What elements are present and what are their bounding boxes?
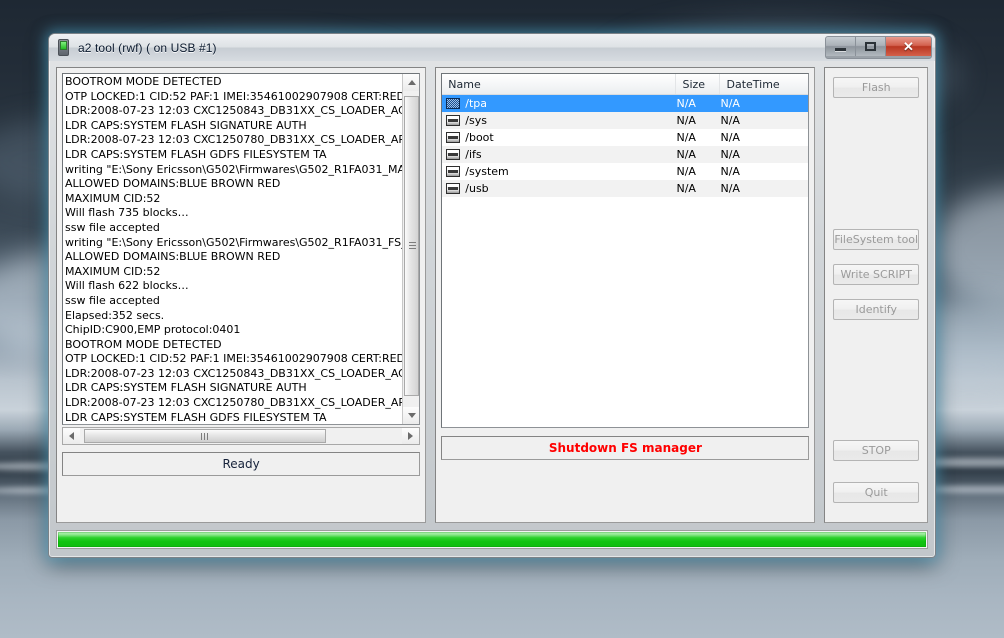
main-content-row: BOOTROM MODE DETECTED OTP LOCKED:1 CID:5… <box>56 67 928 523</box>
cell-name: /sys <box>442 114 676 127</box>
scroll-right-button[interactable] <box>402 428 420 444</box>
progress-bar-fill <box>58 532 926 547</box>
close-icon: ✕ <box>903 39 914 54</box>
table-row[interactable]: /usb N/A N/A <box>442 180 809 197</box>
filesystem-rows: /tpa N/A N/A/sys N/A N/A/boot N/A N/A/ifs N/A N/… <box>442 95 809 197</box>
filesystem-list[interactable]: Name Size DateTime /tpa N/A N/A/sys N/A N/A /… <box>441 73 810 428</box>
quit-button[interactable]: Quit <box>833 482 920 503</box>
table-row[interactable]: /system N/A N/A <box>442 163 808 180</box>
flash-button[interactable]: Flash <box>833 77 920 98</box>
horizontal-scrollbar-thumb[interactable] <box>84 429 326 443</box>
cell-datetime: N/A <box>720 97 740 110</box>
title-bar[interactable]: a2 tool (rwf) ( on USB #1) ✕ <box>49 34 935 61</box>
cell-name: /tpa <box>442 97 676 110</box>
cell-size: N/A <box>676 148 696 161</box>
cell-name-label: /system <box>465 165 509 178</box>
table-row[interactable]: /sys N/A N/A <box>442 112 809 129</box>
maximize-button[interactable] <box>856 37 886 56</box>
drive-icon <box>446 149 461 160</box>
identify-button[interactable]: Identify <box>833 299 920 320</box>
cell-name: /usb <box>442 182 676 195</box>
application-window: a2 tool (rwf) ( on USB #1) ✕ BOOTROM MOD… <box>48 33 936 558</box>
cell-datetime: N/A <box>720 148 740 161</box>
client-area: BOOTROM MODE DETECTED OTP LOCKED:1 CID:5… <box>49 61 935 557</box>
cell-datetime: N/A <box>720 114 740 127</box>
log-text: BOOTROM MODE DETECTED OTP LOCKED:1 CID:5… <box>65 75 405 424</box>
column-header-name[interactable]: Name <box>442 74 677 94</box>
stop-button[interactable]: STOP <box>833 440 920 461</box>
filesystem-list-header: Name Size DateTime <box>442 74 809 95</box>
drive-icon <box>446 98 461 109</box>
cell-size: N/A <box>676 131 696 144</box>
maximize-icon <box>865 42 876 51</box>
minimize-button[interactable] <box>826 37 856 56</box>
scrollbar-grip-icon <box>201 433 209 440</box>
column-header-datetime[interactable]: DateTime <box>720 74 808 94</box>
cell-datetime: N/A <box>720 165 740 178</box>
cell-datetime: N/A <box>720 131 740 144</box>
phone-icon <box>56 39 71 56</box>
window-title: a2 tool (rwf) ( on USB #1) <box>78 40 217 55</box>
cell-name: /boot <box>442 131 676 144</box>
scroll-down-button[interactable] <box>403 407 420 424</box>
filesystem-status-message: Shutdown FS manager <box>441 436 810 460</box>
cell-name-label: /ifs <box>465 148 482 161</box>
vertical-scrollbar-thumb[interactable] <box>404 96 420 396</box>
log-output-box[interactable]: BOOTROM MODE DETECTED OTP LOCKED:1 CID:5… <box>62 73 421 425</box>
cell-size: N/A <box>676 182 696 195</box>
drive-icon <box>446 115 461 126</box>
scrollbar-grip-icon <box>409 242 417 250</box>
window-controls: ✕ <box>825 36 932 59</box>
table-row[interactable]: /boot N/A N/A <box>442 129 808 146</box>
cell-size: N/A <box>676 114 696 127</box>
drive-icon <box>446 183 461 194</box>
cell-name: /system <box>442 165 676 178</box>
cell-size: N/A <box>676 97 696 110</box>
cell-name-label: /boot <box>465 131 494 144</box>
write-script-button[interactable]: Write SCRIPT <box>833 264 920 285</box>
table-row[interactable]: /ifs N/A N/A <box>442 146 809 163</box>
status-bar-ready: Ready <box>62 452 421 476</box>
cell-name-label: /sys <box>465 114 487 127</box>
column-header-size[interactable]: Size <box>676 74 721 94</box>
table-row[interactable]: /tpa N/A N/A <box>442 95 809 112</box>
chevron-down-icon <box>407 413 416 418</box>
cell-name-label: /tpa <box>465 97 488 110</box>
log-horizontal-scrollbar[interactable] <box>62 427 421 445</box>
drive-icon <box>446 132 461 143</box>
filesystem-tool-button[interactable]: FileSystem tool <box>833 229 920 250</box>
minimize-icon <box>835 48 846 51</box>
cell-name-label: /usb <box>465 182 489 195</box>
log-panel: BOOTROM MODE DETECTED OTP LOCKED:1 CID:5… <box>56 67 427 523</box>
action-button-panel: Flash FileSystem tool Write SCRIPT Ident… <box>824 67 928 523</box>
cell-size: N/A <box>676 165 696 178</box>
cell-datetime: N/A <box>720 182 740 195</box>
chevron-right-icon <box>408 432 414 440</box>
drive-icon <box>446 166 461 177</box>
scroll-left-button[interactable] <box>63 428 80 444</box>
log-vertical-scrollbar[interactable] <box>402 74 420 424</box>
chevron-left-icon <box>69 432 74 440</box>
close-button[interactable]: ✕ <box>886 37 931 56</box>
cloud-decoration <box>930 190 1004 310</box>
progress-bar <box>56 530 928 549</box>
scroll-up-button[interactable] <box>403 74 420 91</box>
cell-name: /ifs <box>442 148 676 161</box>
chevron-up-icon <box>407 80 416 85</box>
filesystem-panel: Name Size DateTime /tpa N/A N/A/sys N/A N/A /… <box>435 67 816 523</box>
